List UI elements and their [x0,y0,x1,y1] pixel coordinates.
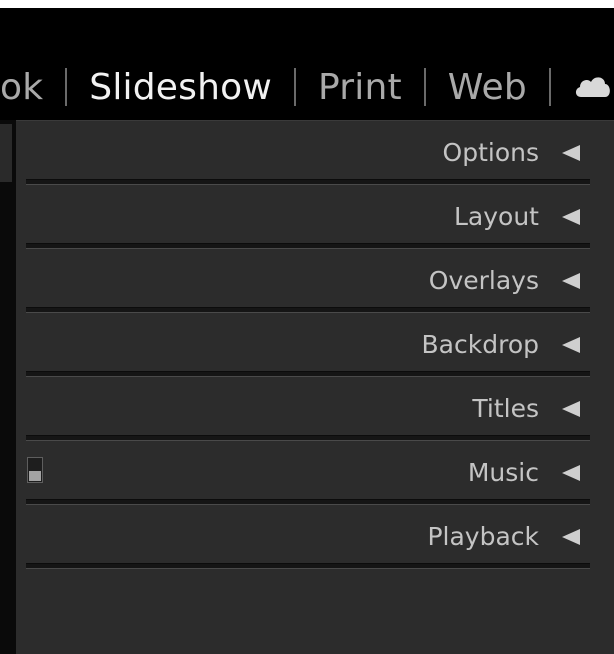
music-enable-switch[interactable] [27,457,43,483]
left-panel-tab[interactable] [0,124,12,182]
collapse-triangle-icon[interactable] [562,529,580,545]
panel-label-overlays: Overlays [428,266,539,295]
panel-divider [26,563,590,569]
module-separator [65,68,68,106]
panel-label-music: Music [467,458,539,487]
panel-header-playback[interactable]: Playback [16,505,614,569]
cloud-icon-graphic [575,77,610,97]
panel-header-titles[interactable]: Titles [16,377,614,441]
module-web[interactable]: Web [448,67,527,108]
module-print[interactable]: Print [318,67,402,108]
panel-label-playback: Playback [427,522,539,551]
panel-header-layout[interactable]: Layout [16,185,614,249]
cloud-icon[interactable] [573,67,613,107]
right-panel: Options Layout Overlays Backdrop Titles … [16,120,614,654]
collapse-triangle-icon[interactable] [562,337,580,353]
filmstrip-edge [0,120,16,654]
module-book[interactable]: ok [0,67,43,108]
collapse-triangle-icon[interactable] [562,465,580,481]
panel-label-layout: Layout [454,202,539,231]
module-slideshow[interactable]: Slideshow [89,67,272,108]
panel-header-overlays[interactable]: Overlays [16,249,614,313]
module-separator [423,68,426,106]
collapse-triangle-icon[interactable] [562,209,580,225]
panel-label-backdrop: Backdrop [421,330,539,359]
module-separator [293,68,296,106]
collapse-triangle-icon[interactable] [562,401,580,417]
panel-label-options: Options [442,138,539,167]
panel-header-music[interactable]: Music [16,441,614,505]
module-separator [548,68,551,106]
switch-knob [29,471,41,481]
panel-header-backdrop[interactable]: Backdrop [16,313,614,377]
module-picker: ok Slideshow Print Web [0,58,613,116]
window-top-edge [0,0,614,8]
module-picker-bar: ok Slideshow Print Web [0,8,614,120]
collapse-triangle-icon[interactable] [562,145,580,161]
panel-header-options[interactable]: Options [16,121,614,185]
collapse-triangle-icon[interactable] [562,273,580,289]
panel-label-titles: Titles [472,394,539,423]
